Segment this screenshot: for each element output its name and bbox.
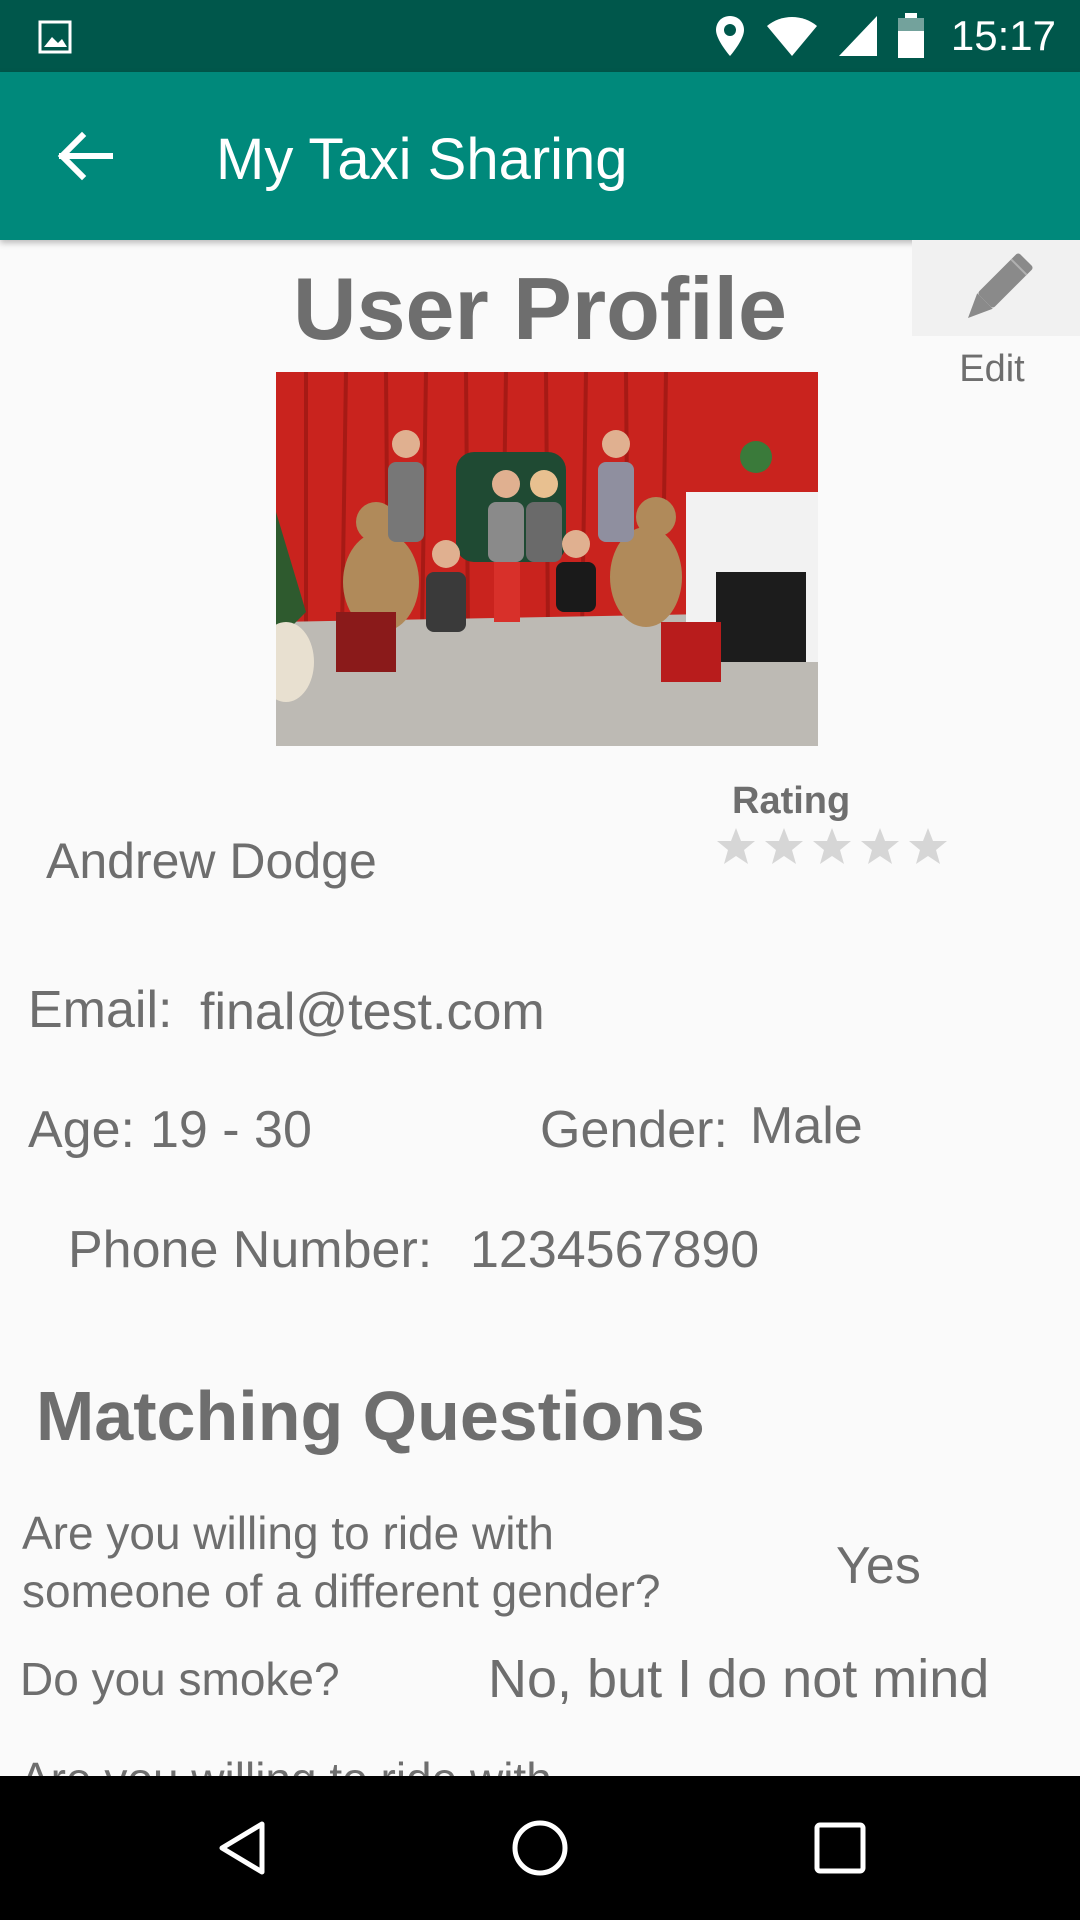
star-icon[interactable] — [812, 826, 852, 866]
phone-label: Phone Number: — [68, 1221, 433, 1279]
matching-questions-title: Matching Questions — [36, 1377, 705, 1455]
age-label: Age: — [28, 1101, 135, 1159]
age-value: 19 - 30 — [150, 1101, 312, 1159]
star-icon[interactable] — [716, 826, 756, 866]
phone-value: 1234567890 — [470, 1221, 760, 1279]
gallery-icon — [38, 20, 72, 54]
pencil-icon — [968, 253, 1033, 318]
profile-content[interactable]: User Profile Edit Rating Andrew Dodge Em… — [0, 240, 1080, 1776]
battery-icon — [897, 13, 924, 58]
nav-recents-icon[interactable] — [810, 1818, 870, 1878]
email-value: final@test.com — [200, 983, 545, 1041]
app-title: My Taxi Sharing — [216, 127, 628, 192]
rating-label: Rating — [732, 780, 851, 822]
nav-back-icon[interactable] — [212, 1818, 272, 1878]
edit-button[interactable] — [912, 240, 1080, 336]
question-partial: Are you willing to ride with — [20, 1752, 552, 1776]
wifi-icon — [766, 17, 817, 56]
status-bar: 15:17 — [0, 0, 1080, 72]
user-name: Andrew Dodge — [46, 833, 377, 889]
question-gender: Are you willing to ride with someone of … — [22, 1507, 661, 1617]
edit-label[interactable]: Edit — [912, 348, 1072, 391]
status-time: 15:17 — [950, 12, 1056, 59]
answer-smoke: No, but I do not mind — [488, 1649, 990, 1709]
star-icon[interactable] — [908, 826, 948, 866]
star-icon[interactable] — [764, 826, 804, 866]
signal-icon — [838, 16, 877, 56]
gender-label: Gender: — [540, 1101, 728, 1159]
answer-gender: Yes — [836, 1537, 921, 1595]
gender-value: Male — [750, 1097, 863, 1155]
question-smoke: Do you smoke? — [20, 1653, 340, 1705]
star-icon[interactable] — [860, 826, 900, 866]
profile-photo — [276, 372, 818, 746]
nav-home-icon[interactable] — [510, 1818, 570, 1878]
navigation-bar — [0, 1776, 1080, 1920]
arrow-back-icon[interactable] — [54, 124, 118, 188]
rating-stars[interactable] — [716, 826, 948, 866]
location-icon — [715, 16, 744, 56]
email-label: Email: — [28, 981, 173, 1039]
app-bar: My Taxi Sharing — [0, 72, 1080, 240]
